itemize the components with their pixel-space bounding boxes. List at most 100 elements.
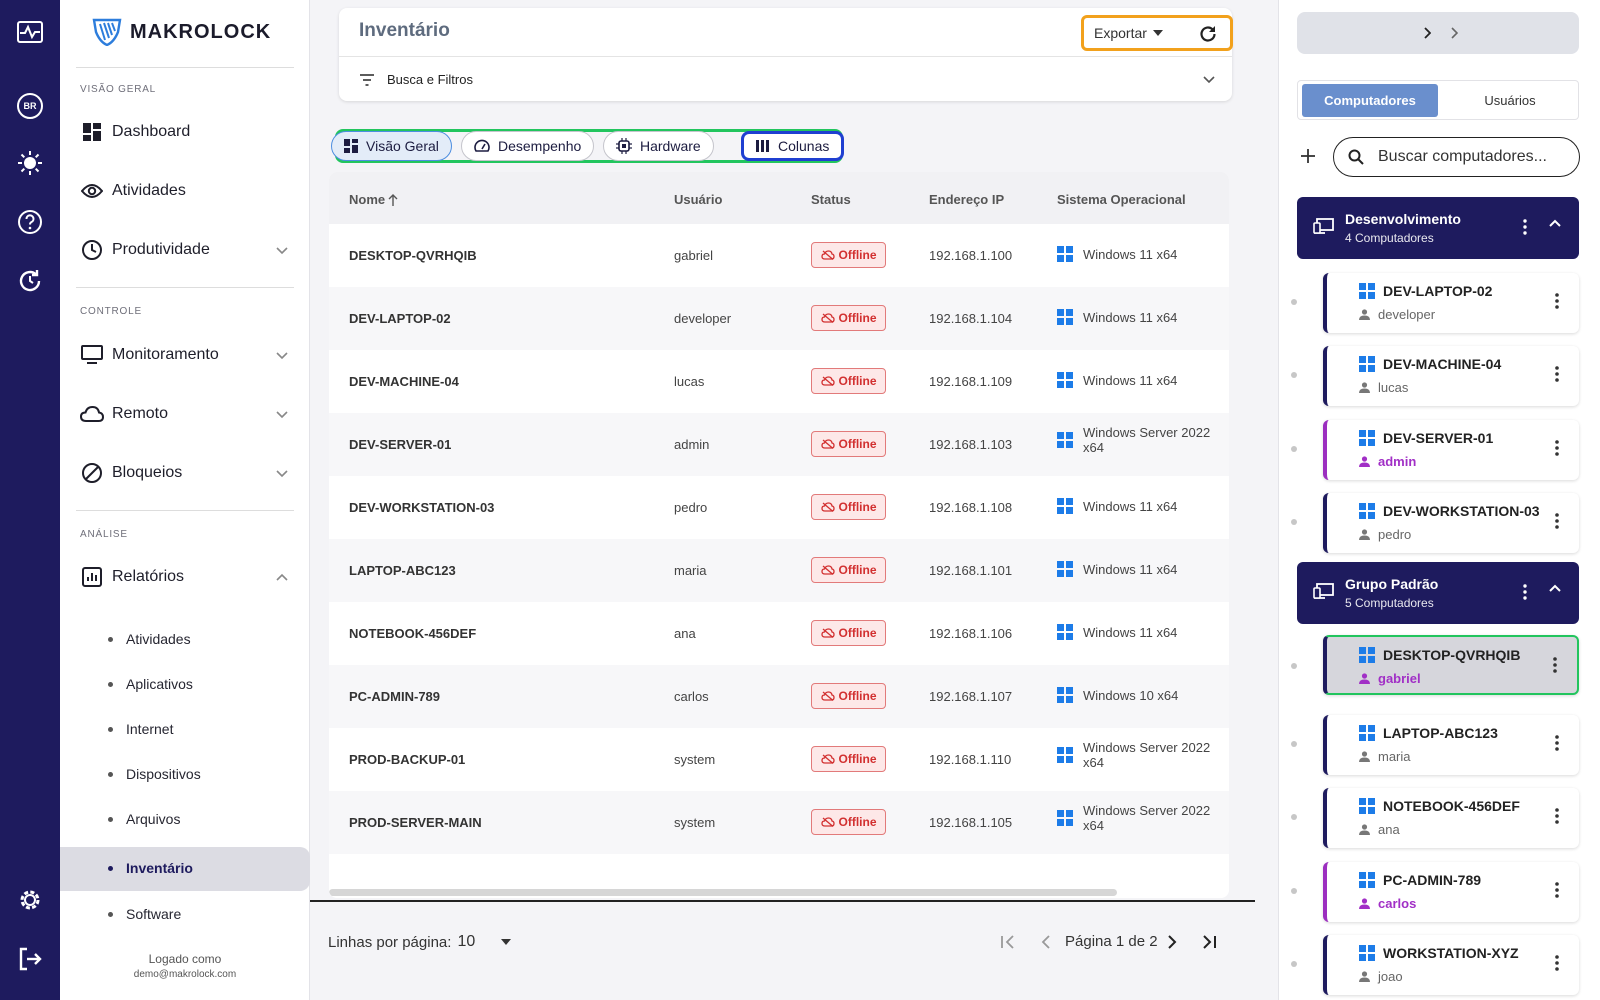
chevron-right-icon[interactable] [1423, 27, 1431, 39]
more-vert-icon [1523, 584, 1527, 600]
sun-icon[interactable] [14, 147, 46, 179]
export-button[interactable]: Exportar [1094, 25, 1163, 41]
group-count: 5 Computadores [1345, 596, 1434, 610]
row-ip: 192.168.1.101 [929, 563, 1013, 578]
computer-card[interactable]: PC-ADMIN-789 carlos [1291, 862, 1579, 922]
first-page-icon[interactable] [1000, 935, 1016, 949]
table-row[interactable]: DEV-WORKSTATION-03 pedro Offline 192.168.1.… [329, 476, 1229, 539]
nav-blocks[interactable]: Bloqueios [80, 458, 290, 488]
computer-group[interactable]: Grupo Padrão 5 Computadores [1297, 562, 1579, 624]
devices-icon [1313, 583, 1334, 599]
nav-activities[interactable]: Atividades [80, 176, 290, 206]
windows-icon [1359, 945, 1375, 961]
row-os: Windows 11 x64 [1057, 624, 1213, 640]
table-row[interactable]: DEV-SERVER-01 admin Offline 192.168.1.103 Wi… [329, 413, 1229, 476]
nav-reports[interactable]: Relatórios [80, 562, 290, 592]
row-user: system [674, 815, 716, 830]
help-icon[interactable] [14, 206, 46, 238]
dashboard-icon [80, 120, 104, 144]
table-row[interactable]: LAPTOP-ABC123 maria Offline 192.168.1.101 Wi… [329, 539, 1229, 602]
windows-icon [1057, 687, 1073, 703]
report-icon [80, 565, 104, 589]
computer-card[interactable]: LAPTOP-ABC123 maria [1291, 715, 1579, 775]
person-icon [1359, 898, 1370, 909]
tab-hardware[interactable]: Hardware [603, 131, 714, 161]
table-row[interactable]: PC-ADMIN-789 carlos Offline 192.168.1.107 Wi… [329, 665, 1229, 728]
subnav-files[interactable]: Arquivos [108, 811, 180, 827]
col-user[interactable]: Usuário [674, 192, 722, 207]
more-vert-icon [1555, 808, 1559, 824]
refresh-icon[interactable] [1198, 24, 1218, 44]
col-ip[interactable]: Endereço IP [929, 192, 1004, 207]
status-dot [1291, 961, 1297, 967]
computer-search-input[interactable]: Buscar computadores... [1333, 137, 1580, 177]
windows-icon [1057, 561, 1073, 577]
subnav-software[interactable]: Software [108, 906, 181, 922]
tab-overview[interactable]: Visão Geral [331, 131, 452, 161]
windows-icon [1359, 503, 1375, 519]
cloud-off-icon [820, 502, 835, 512]
subnav-internet[interactable]: Internet [108, 721, 173, 737]
last-page-icon[interactable] [1201, 935, 1217, 949]
computer-card[interactable]: DEV-LAPTOP-02 developer [1291, 273, 1579, 333]
computer-name: PC-ADMIN-789 [1359, 872, 1481, 888]
person-icon [1359, 309, 1370, 320]
tab-columns[interactable]: Colunas [741, 131, 845, 161]
computer-name: DEV-WORKSTATION-03 [1359, 503, 1540, 519]
row-ip: 192.168.1.109 [929, 374, 1013, 389]
next-page-icon[interactable] [1167, 935, 1177, 949]
subnav-activities[interactable]: Atividades [108, 631, 191, 647]
update-icon[interactable] [14, 265, 46, 297]
computer-card[interactable]: NOTEBOOK-456DEF ana [1291, 788, 1579, 848]
add-icon[interactable] [1301, 149, 1315, 163]
pulse-icon[interactable] [14, 16, 46, 48]
horizontal-scrollbar[interactable] [329, 889, 1117, 896]
computer-card[interactable]: DEV-WORKSTATION-03 pedro [1291, 493, 1579, 553]
nav-productivity[interactable]: Produtividade [80, 235, 290, 265]
group-name: Grupo Padrão [1345, 576, 1439, 592]
nav-monitoring[interactable]: Monitoramento [80, 340, 290, 370]
prev-page-icon[interactable] [1041, 935, 1051, 949]
table-row[interactable]: NOTEBOOK-456DEF ana Offline 192.168.1.106 Wi… [329, 602, 1229, 665]
col-os[interactable]: Sistema Operacional [1057, 192, 1186, 207]
chevron-up-icon [1549, 219, 1561, 227]
table-row[interactable]: PROD-BACKUP-01 system Offline 192.168.1.110… [329, 728, 1229, 791]
nav-remote[interactable]: Remoto [80, 399, 290, 429]
table-row[interactable]: PROD-SERVER-MAIN system Offline 192.168.1.1… [329, 791, 1229, 854]
computer-card[interactable]: DEV-MACHINE-04 lucas [1291, 346, 1579, 406]
sidebar: MAKROLOCK VISÃO GERAL Dashboard Atividad… [60, 0, 310, 1000]
filters-toggle[interactable]: Busca e Filtros [359, 72, 1215, 87]
block-icon [80, 461, 104, 485]
settings-icon[interactable] [14, 884, 46, 916]
computer-card[interactable]: DEV-SERVER-01 admin [1291, 420, 1579, 480]
table-row[interactable]: DEV-MACHINE-04 lucas Offline 192.168.1.109 W… [329, 350, 1229, 413]
row-ip: 192.168.1.104 [929, 311, 1013, 326]
computer-group[interactable]: Desenvolvimento 4 Computadores [1297, 197, 1579, 259]
main-content: Inventário Exportar Busca e Filtros Visã… [310, 0, 1280, 1000]
cloud-off-icon [820, 565, 835, 575]
computer-card[interactable]: DESKTOP-QVRHQIB gabriel [1291, 635, 1579, 695]
nav-dashboard[interactable]: Dashboard [80, 117, 290, 147]
col-status[interactable]: Status [811, 192, 851, 207]
row-name: DEV-SERVER-01 [349, 437, 452, 452]
subnav-devices[interactable]: Dispositivos [108, 766, 201, 782]
table-row[interactable]: DEV-LAPTOP-02 developer Offline 192.168.1.1… [329, 287, 1229, 350]
computer-card[interactable]: WORKSTATION-XYZ joao [1291, 935, 1579, 995]
tab-users[interactable]: Usuários [1442, 84, 1578, 117]
tab-computers[interactable]: Computadores [1302, 84, 1438, 117]
status-badge: Offline [811, 368, 886, 394]
chevron-right-icon[interactable] [1450, 27, 1458, 39]
language-icon[interactable]: BR [14, 90, 46, 122]
row-ip: 192.168.1.108 [929, 500, 1013, 515]
logout-icon[interactable] [14, 943, 46, 975]
status-badge: Offline [811, 809, 886, 835]
nav-blocks-label: Bloqueios [112, 464, 183, 481]
rows-per-page-select[interactable]: 10 [457, 933, 475, 951]
table-row[interactable]: DESKTOP-QVRHQIB gabriel Offline 192.168.1.1… [329, 224, 1229, 287]
tab-performance[interactable]: Desempenho [461, 131, 595, 161]
caret-down-icon[interactable] [501, 939, 512, 945]
col-name[interactable]: Nome [349, 192, 398, 207]
computer-name: DEV-SERVER-01 [1359, 430, 1493, 446]
subnav-applications[interactable]: Aplicativos [108, 676, 193, 692]
subnav-inventory[interactable]: Inventário [108, 860, 193, 876]
